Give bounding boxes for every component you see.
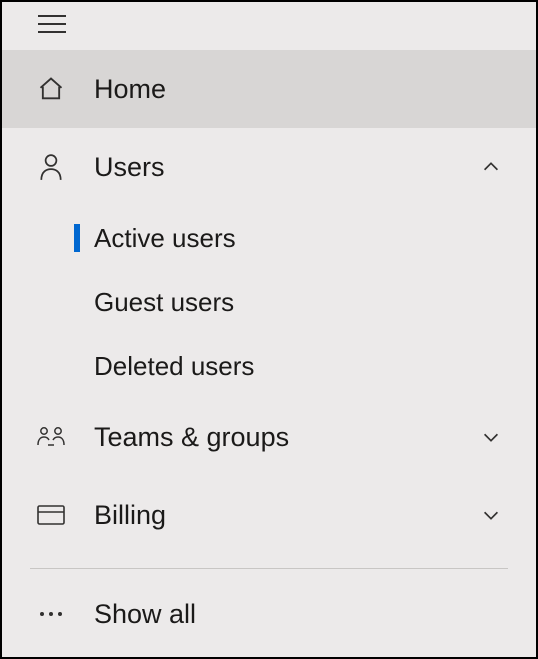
nav-item-home[interactable]: Home (2, 50, 536, 128)
chevron-down-icon (480, 426, 502, 448)
sub-item-deleted-users[interactable]: Deleted users (2, 334, 536, 398)
sub-item-active-users[interactable]: Active users (2, 206, 536, 270)
nav-item-teams-groups[interactable]: Teams & groups (2, 398, 536, 476)
nav-label-teams: Teams & groups (94, 422, 480, 453)
menu-toggle-button[interactable] (2, 2, 536, 46)
nav-item-show-all[interactable]: Show all (2, 575, 536, 653)
sub-item-guest-users[interactable]: Guest users (2, 270, 536, 334)
nav-label-billing: Billing (94, 500, 480, 531)
chevron-up-icon (480, 156, 502, 178)
users-sublist: Active users Guest users Deleted users (2, 206, 536, 398)
nav-divider (30, 568, 508, 569)
nav-label-home: Home (94, 74, 502, 105)
chevron-down-icon (480, 504, 502, 526)
teams-icon (36, 425, 66, 449)
home-icon (36, 75, 66, 103)
user-icon (36, 153, 66, 181)
admin-nav-panel: Home Users Active users Guest users Dele… (2, 2, 536, 657)
ellipsis-icon (36, 610, 66, 618)
billing-icon (36, 504, 66, 526)
nav-label-show-all: Show all (94, 599, 502, 630)
nav-item-users[interactable]: Users (2, 128, 536, 206)
sub-label-active-users: Active users (94, 223, 236, 254)
sub-label-guest-users: Guest users (94, 287, 234, 318)
nav-label-users: Users (94, 152, 480, 183)
sub-label-deleted-users: Deleted users (94, 351, 254, 382)
hamburger-icon (38, 14, 66, 34)
nav-item-billing[interactable]: Billing (2, 476, 536, 554)
